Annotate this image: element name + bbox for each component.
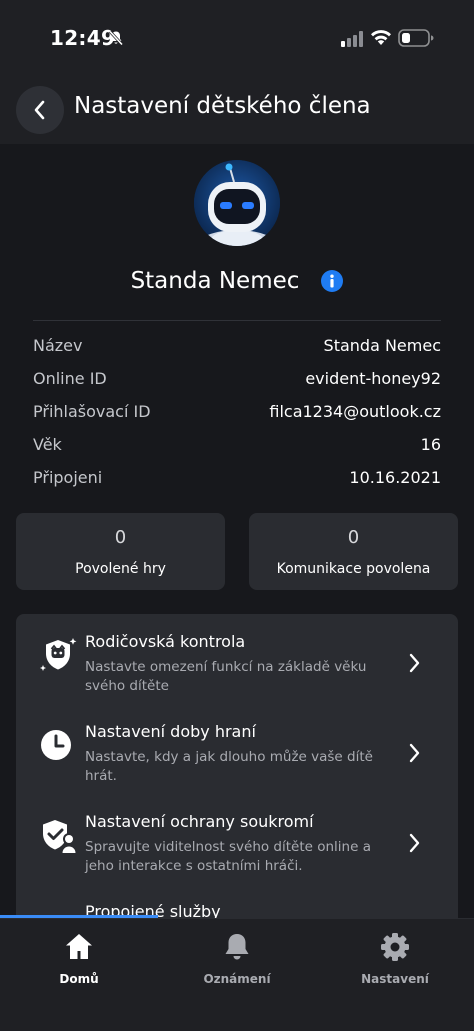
profile-name-row: Standa Nemec	[0, 268, 474, 294]
detail-label: Věk	[33, 435, 62, 454]
detail-label: Přihlašovací ID	[33, 402, 151, 421]
stat-count: 0	[114, 527, 127, 548]
communication-allowed-card[interactable]: 0 Komunikace povolena	[249, 513, 458, 590]
setting-title: Nastavení doby hraní	[85, 722, 256, 741]
wifi-icon	[371, 30, 391, 45]
detail-label: Připojeni	[33, 468, 103, 487]
home-icon	[66, 934, 92, 959]
allowed-games-card[interactable]: 0 Povolené hry	[16, 513, 225, 590]
cellular-signal-icon	[341, 31, 363, 47]
detail-value: 16	[420, 435, 441, 454]
detail-row-joined: Připojeni 10.16.2021	[33, 468, 441, 496]
stat-label: Komunikace povolena	[276, 561, 431, 577]
setting-description: Nastavte omezení funkcí na základě věku …	[85, 659, 367, 694]
detail-label: Online ID	[33, 369, 107, 388]
privacy-shield-icon	[43, 820, 78, 853]
tab-notifications[interactable]: Oznámení	[158, 919, 316, 1031]
chevron-left-icon	[34, 100, 45, 120]
chevron-right-icon	[409, 743, 420, 763]
info-icon[interactable]	[321, 270, 344, 292]
page-title: Nastavení dětského člena	[74, 93, 371, 119]
detail-row-name: Název Standa Nemec	[33, 336, 441, 364]
detail-value: 10.16.2021	[349, 468, 441, 487]
detail-label: Název	[33, 336, 83, 355]
avatar[interactable]	[194, 160, 280, 246]
setting-title: Nastavení ochrany soukromí	[85, 812, 314, 831]
tab-label: Nastavení	[361, 972, 429, 986]
chevron-right-icon	[409, 833, 420, 853]
tab-label: Oznámení	[203, 972, 271, 986]
back-button[interactable]	[16, 86, 64, 134]
battery-icon	[398, 29, 434, 47]
robot-avatar-icon	[194, 160, 280, 246]
bell-icon	[225, 934, 249, 960]
detail-value: filca1234@outlook.cz	[269, 402, 441, 421]
detail-value: evident-honey92	[305, 369, 441, 388]
profile-name: Standa Nemec	[130, 268, 300, 294]
chevron-right-icon	[409, 653, 420, 673]
tab-bar: Domů Oznámení Nastavení	[0, 918, 474, 1031]
bell-off-icon	[108, 30, 124, 46]
parental-controls-item[interactable]: Rodičovská kontrola Nastavte omezení fun…	[16, 614, 458, 702]
privacy-settings-item[interactable]: Nastavení ochrany soukromí Spravujte vid…	[16, 794, 458, 882]
divider	[33, 320, 441, 321]
stat-label: Povolené hry	[75, 561, 166, 577]
stat-count: 0	[347, 527, 360, 548]
detail-value: Standa Nemec	[323, 336, 441, 355]
header-bar: Nastavení dětského člena	[0, 74, 474, 144]
status-bar: 12:49	[0, 0, 474, 74]
detail-row-online-id: Online ID evident-honey92	[33, 369, 441, 397]
play-time-settings-item[interactable]: Nastavení doby hraní Nastavte, kdy a jak…	[16, 704, 458, 792]
parental-shield-icon	[40, 638, 77, 671]
detail-row-age: Věk 16	[33, 435, 441, 463]
setting-description: Nastavte, kdy a jak dlouho může vaše dít…	[85, 749, 373, 784]
tab-home[interactable]: Domů	[0, 919, 158, 1031]
setting-description: Spravujte viditelnost svého dítěte onlin…	[85, 839, 371, 874]
tab-settings[interactable]: Nastavení	[316, 919, 474, 1031]
clock-icon	[41, 730, 71, 760]
status-time: 12:49	[50, 26, 116, 50]
setting-title: Rodičovská kontrola	[85, 632, 246, 651]
detail-row-login-id: Přihlašovací ID filca1234@outlook.cz	[33, 402, 441, 430]
gear-icon	[381, 933, 409, 961]
tab-label: Domů	[59, 972, 99, 986]
